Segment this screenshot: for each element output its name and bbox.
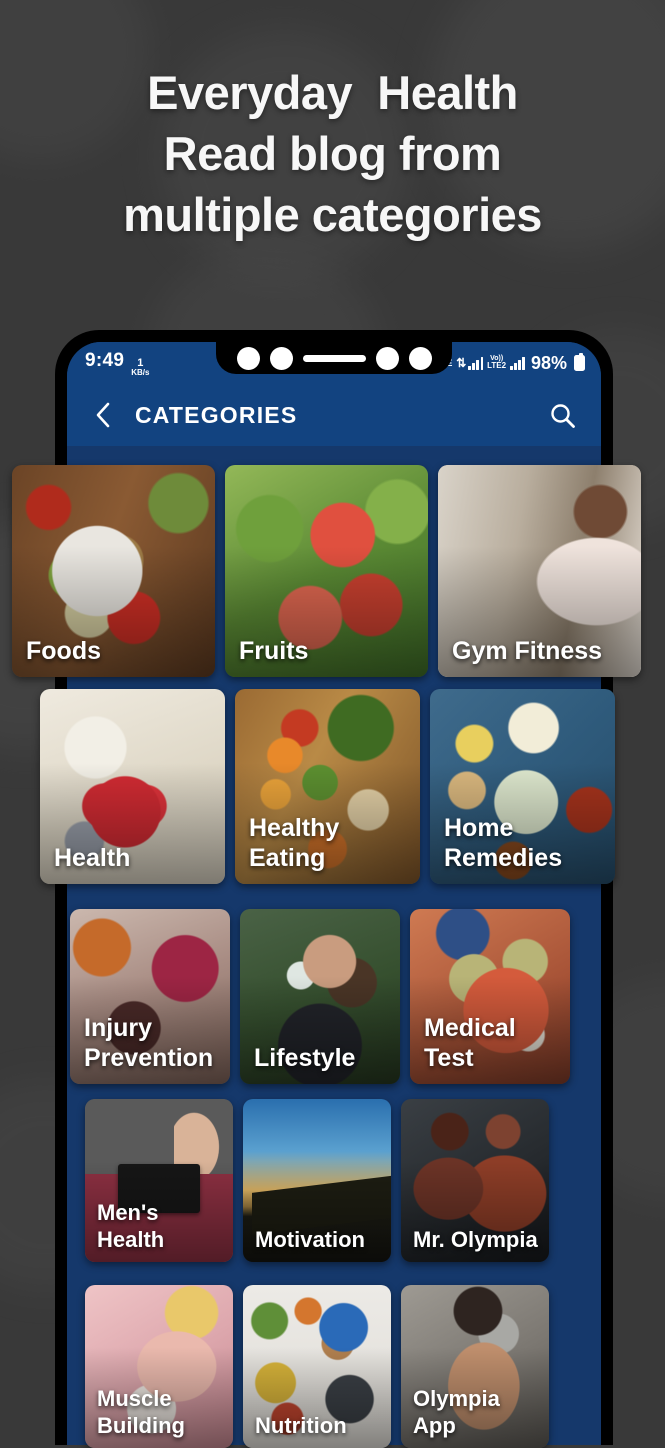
data-rate-unit: KB/s	[131, 367, 150, 377]
category-row: Muscle Building Nutrition Olympia App	[85, 1285, 549, 1448]
data-transfer-icon: ⇅	[456, 356, 466, 370]
category-label: Men's Health	[97, 1200, 165, 1252]
data-rate-value: 1	[137, 356, 144, 369]
speaker-pill-icon	[302, 354, 366, 362]
volte-label: Vo)) LTE2	[487, 355, 506, 371]
category-card[interactable]: Injury Prevention	[70, 909, 230, 1084]
headline-line-2: Read blog from	[163, 127, 502, 180]
category-card[interactable]: Nutrition	[243, 1285, 391, 1448]
camera-dot-icon	[236, 346, 260, 370]
category-label: Gym Fitness	[452, 637, 603, 665]
signal-bars-icon-2	[510, 356, 525, 370]
category-row: Health Healthy Eating Home Remedies	[40, 689, 615, 884]
category-card[interactable]: Gym Fitness	[438, 465, 641, 677]
category-label: Lifestyle	[254, 1044, 356, 1072]
category-label: Health	[54, 844, 131, 872]
category-label: Home Remedies	[444, 814, 563, 872]
category-card[interactable]: Foods	[12, 465, 215, 677]
battery-percent: 98%	[530, 352, 567, 373]
category-row: Injury Prevention Lifestyle Medical Test	[70, 909, 570, 1084]
category-card[interactable]: Home Remedies	[430, 689, 615, 884]
clock: 9:49	[85, 349, 125, 371]
category-card[interactable]: Medical Test	[410, 909, 570, 1084]
notch-overlay	[216, 342, 452, 374]
signal-bars-icon-1	[468, 356, 484, 370]
category-label: Fruits	[239, 637, 309, 665]
back-button[interactable]	[87, 399, 119, 431]
category-row: Men's Health Motivation Mr. Olympia	[85, 1099, 549, 1262]
status-bar-left: 9:49 1 KB/s	[85, 350, 149, 377]
category-label: Healthy Eating	[249, 814, 340, 872]
category-row: Foods Fruits Gym Fitness	[12, 465, 641, 677]
battery-icon	[574, 353, 585, 371]
camera-dot-icon	[408, 346, 432, 370]
category-card[interactable]: Healthy Eating	[235, 689, 420, 884]
chevron-left-icon	[96, 402, 110, 428]
category-card[interactable]: Fruits	[225, 465, 428, 677]
category-card[interactable]: Olympia App	[401, 1285, 549, 1448]
app-bar: CATEGORIES	[67, 384, 601, 446]
status-bar-right: LTE ⇅ Vo)) LTE2 98%	[436, 353, 585, 374]
camera-dot-icon	[269, 346, 293, 370]
category-card[interactable]: Muscle Building	[85, 1285, 233, 1448]
category-label: Nutrition	[255, 1413, 347, 1438]
headline-line-3: multiple categories	[123, 188, 542, 241]
category-card[interactable]: Mr. Olympia	[401, 1099, 549, 1262]
headline-line-1: Everyday Health	[147, 66, 518, 119]
category-label: Medical Test	[424, 1014, 516, 1072]
page-title: Everyday Health Read blog from multiple …	[0, 62, 665, 245]
data-rate-indicator: 1 KB/s	[131, 356, 150, 377]
category-card[interactable]: Motivation	[243, 1099, 391, 1262]
category-label: Motivation	[255, 1227, 365, 1252]
category-label: Muscle Building	[97, 1386, 185, 1438]
category-card[interactable]: Men's Health	[85, 1099, 233, 1262]
category-card[interactable]: Health	[40, 689, 225, 884]
lte2-text: LTE2	[487, 361, 507, 371]
category-label: Foods	[26, 637, 101, 665]
search-button[interactable]	[545, 398, 579, 432]
search-icon	[550, 403, 575, 428]
category-label: Mr. Olympia	[413, 1227, 538, 1252]
camera-dot-icon	[375, 346, 399, 370]
category-card[interactable]: Lifestyle	[240, 909, 400, 1084]
category-label: Injury Prevention	[84, 1014, 214, 1072]
app-bar-title: CATEGORIES	[135, 401, 298, 428]
category-label: Olympia App	[413, 1386, 500, 1438]
